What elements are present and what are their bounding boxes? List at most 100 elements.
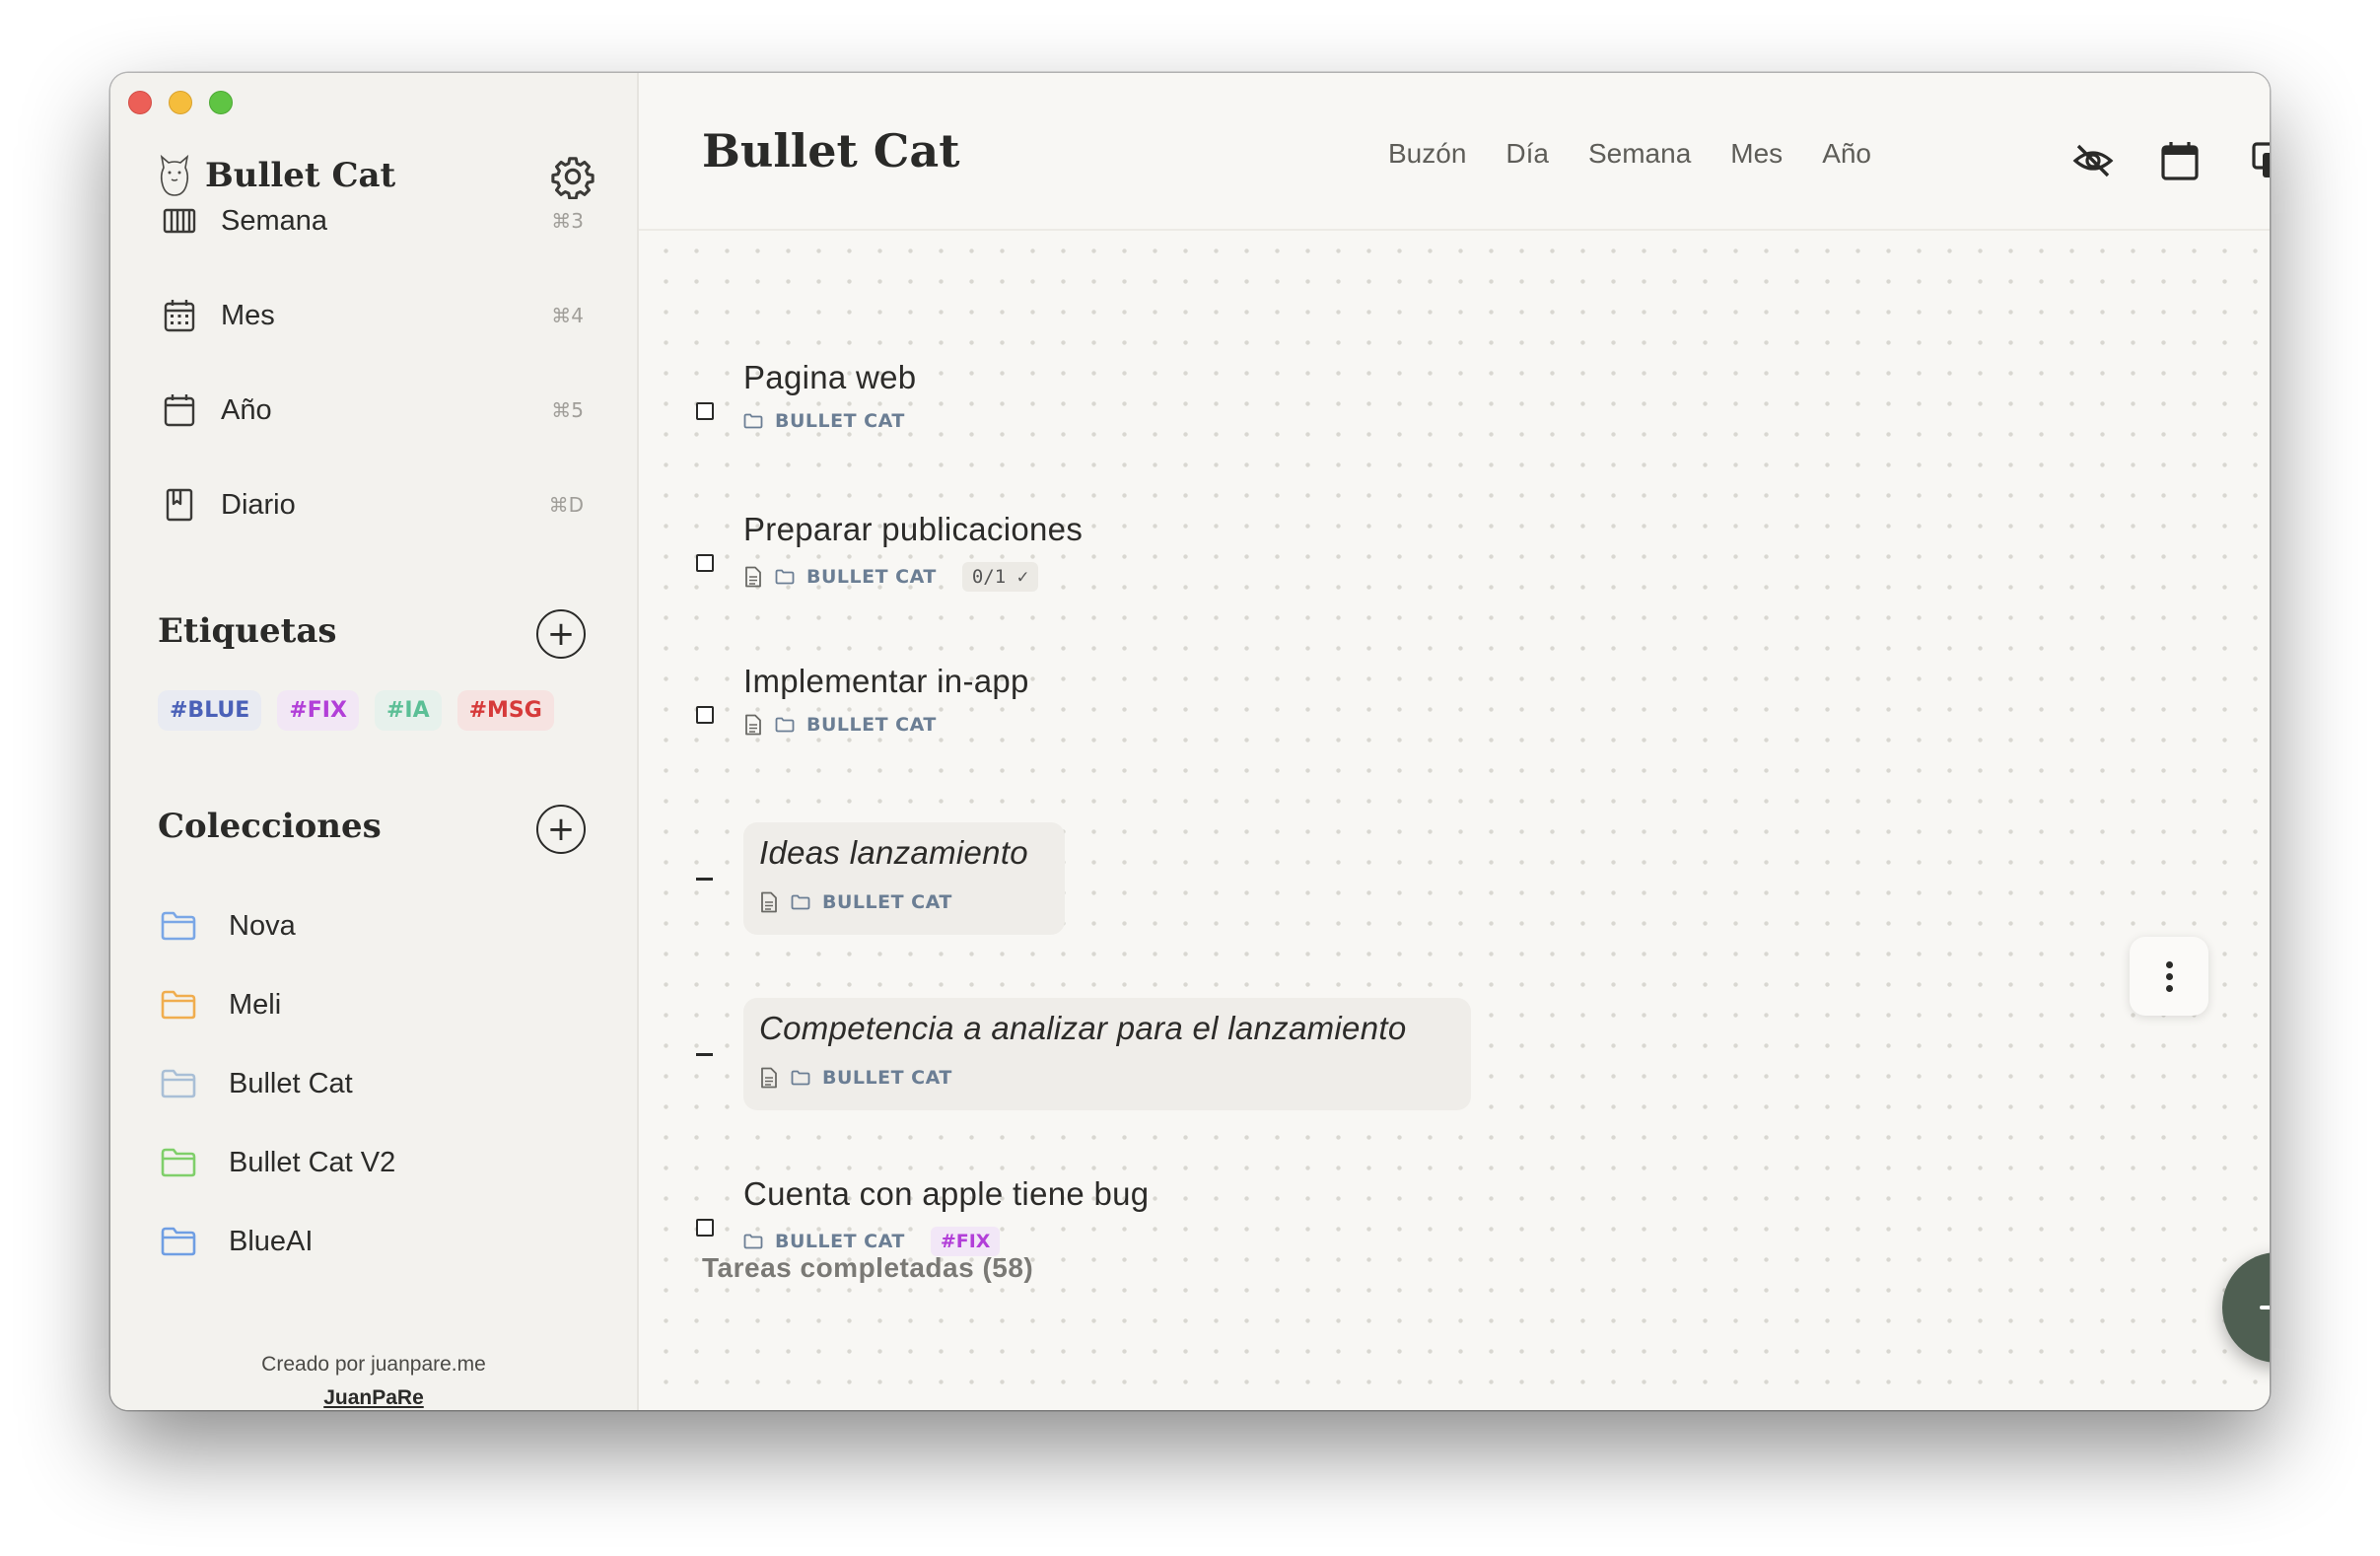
cat-logo-icon <box>160 154 189 196</box>
folder-icon <box>791 894 810 910</box>
window-controls <box>128 91 233 114</box>
note-card[interactable]: Competencia a analizar para el lanzamien… <box>743 998 1471 1110</box>
collection-label: Bullet Cat <box>229 1067 353 1099</box>
plus-icon <box>2260 1306 2270 1309</box>
dot <box>2165 984 2173 992</box>
sidebar: Bullet Cat Semana ⌘3 Mes ⌘4 Año ⌘5 Diari… <box>110 73 639 1410</box>
nav-item-diario[interactable]: Diario ⌘D <box>162 477 595 532</box>
nav-item-mes[interactable]: Mes ⌘4 <box>162 288 595 343</box>
collection-item-nova[interactable]: Nova <box>160 901 296 951</box>
task-checkbox[interactable] <box>696 554 714 572</box>
note-title: Ideas lanzamiento <box>759 834 1028 871</box>
collection-tag[interactable]: BULLET CAT <box>822 1067 952 1089</box>
folder-icon <box>743 413 763 429</box>
task-title: Pagina web <box>743 359 917 395</box>
task-meta: BULLET CAT 0/1 ✓ <box>743 562 1039 592</box>
main-content: Bullet Cat Buzón Día Semana Mes Año Pagi… <box>639 73 2270 1410</box>
minimize-window-button[interactable] <box>169 91 192 114</box>
folder-icon <box>791 1070 810 1086</box>
folder-icon <box>161 990 196 1020</box>
journal-icon <box>166 488 193 522</box>
add-tag-button[interactable]: + <box>536 609 586 659</box>
app-name: Bullet Cat <box>205 156 396 195</box>
document-icon <box>761 1067 777 1089</box>
collection-label: Meli <box>229 988 282 1021</box>
tab-semana[interactable]: Semana <box>1588 138 1691 170</box>
note-card[interactable]: Ideas lanzamiento BULLET CAT <box>743 822 1065 935</box>
collection-label: Bullet Cat V2 <box>229 1146 396 1178</box>
folder-icon <box>161 1069 196 1098</box>
brand: Bullet Cat <box>158 154 395 197</box>
dot <box>2165 960 2173 968</box>
task-title: Implementar in-app <box>743 663 1029 699</box>
nav-label: Año <box>221 393 272 426</box>
tab-buzon[interactable]: Buzón <box>1388 138 1466 170</box>
tag-list: #BLUE #FIX #IA #MSG <box>158 690 554 731</box>
collection-item-bullet-cat-v2[interactable]: Bullet Cat V2 <box>160 1138 395 1187</box>
collection-tag[interactable]: BULLET CAT <box>806 566 937 588</box>
nav-item-ano[interactable]: Año ⌘5 <box>162 383 595 438</box>
zoom-window-button[interactable] <box>209 91 233 114</box>
nav-shortcut: ⌘3 <box>551 209 584 233</box>
note-meta: BULLET CAT <box>759 1067 952 1089</box>
copy-icon[interactable] <box>2250 140 2270 181</box>
calendar-grid-icon <box>164 300 195 332</box>
task-meta: BULLET CAT <box>743 410 905 432</box>
task-checkbox[interactable] <box>696 706 714 724</box>
folder-icon <box>775 569 795 585</box>
collections-section-title: Colecciones <box>158 807 382 846</box>
nav-shortcut: ⌘5 <box>551 398 584 422</box>
collection-tag[interactable]: BULLET CAT <box>775 410 905 432</box>
nav-label: Semana <box>221 204 328 237</box>
credit-link[interactable]: JuanPaRe <box>110 1386 637 1410</box>
tag-blue[interactable]: #BLUE <box>158 690 262 731</box>
eye-off-icon[interactable] <box>2072 140 2114 181</box>
folder-icon <box>161 1227 196 1256</box>
nav-label: Mes <box>221 299 275 331</box>
tab-mes[interactable]: Mes <box>1730 138 1783 170</box>
completed-tasks-toggle[interactable]: Tareas completadas (58) <box>702 1252 1033 1284</box>
add-collection-button[interactable]: + <box>536 805 586 854</box>
collection-tag[interactable]: BULLET CAT <box>806 714 937 736</box>
collection-item-bullet-cat[interactable]: Bullet Cat <box>160 1059 353 1108</box>
app-window: Bullet Cat Semana ⌘3 Mes ⌘4 Año ⌘5 Diari… <box>110 73 2270 1410</box>
tab-dia[interactable]: Día <box>1505 138 1549 170</box>
view-tabs: Buzón Día Semana Mes Año <box>1388 138 1871 170</box>
tag-ia[interactable]: #IA <box>374 690 442 731</box>
collection-label: BlueAI <box>229 1225 314 1257</box>
note-title: Competencia a analizar para el lanzamien… <box>759 1010 1407 1046</box>
week-columns-icon <box>163 208 196 234</box>
close-window-button[interactable] <box>128 91 152 114</box>
tag-msg[interactable]: #MSG <box>456 690 554 731</box>
more-options-button[interactable] <box>2130 937 2208 1016</box>
tab-ano[interactable]: Año <box>1822 138 1871 170</box>
task-checkbox[interactable] <box>696 402 714 420</box>
tags-section-title: Etiquetas <box>158 611 337 651</box>
collection-item-blueai[interactable]: BlueAI <box>160 1217 313 1266</box>
note-bullet <box>696 878 713 881</box>
note-meta: BULLET CAT <box>759 891 952 913</box>
task-title: Cuenta con apple tiene bug <box>743 1175 1150 1212</box>
tag-fix[interactable]: #FIX <box>277 690 359 731</box>
page-title: Bullet Cat <box>702 124 960 177</box>
calendar-icon <box>164 394 195 427</box>
dot <box>2165 972 2173 980</box>
calendar-icon[interactable] <box>2159 140 2201 181</box>
document-icon <box>745 714 761 736</box>
document-icon <box>745 566 761 588</box>
collection-item-meli[interactable]: Meli <box>160 980 281 1029</box>
nav-shortcut: ⌘D <box>548 493 584 517</box>
task-checkbox[interactable] <box>696 1219 714 1237</box>
collection-tag[interactable]: BULLET CAT <box>822 891 952 913</box>
subtask-progress-badge: 0/1 ✓ <box>961 562 1039 592</box>
task-title: Preparar publicaciones <box>743 511 1084 547</box>
nav-shortcut: ⌘4 <box>551 304 584 327</box>
nav-item-semana[interactable]: Semana ⌘3 <box>162 193 595 248</box>
folder-icon <box>161 911 196 941</box>
folder-icon <box>161 1148 196 1177</box>
credit-text: Creado por juanpare.me <box>261 1353 486 1376</box>
add-task-fab[interactable] <box>2222 1252 2270 1363</box>
collection-tag[interactable]: BULLET CAT <box>775 1231 905 1252</box>
note-bullet <box>696 1053 713 1056</box>
header-bar: Bullet Cat Buzón Día Semana Mes Año <box>639 73 2270 231</box>
